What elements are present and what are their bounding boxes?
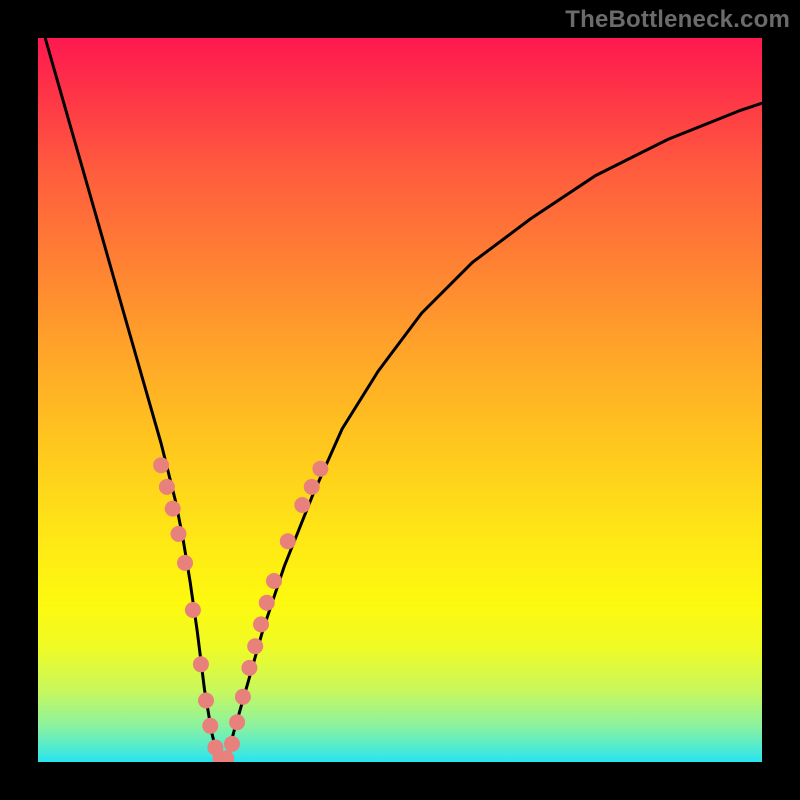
- curve-marker: [229, 714, 245, 730]
- curve-marker: [165, 501, 181, 517]
- curve-marker: [159, 479, 175, 495]
- curve-marker: [202, 718, 218, 734]
- curve-markers: [153, 457, 328, 762]
- bottleneck-curve: [38, 38, 762, 762]
- curve-marker: [224, 736, 240, 752]
- curve-marker: [198, 693, 214, 709]
- curve-marker: [266, 573, 282, 589]
- curve-marker: [153, 457, 169, 473]
- watermark-text: TheBottleneck.com: [565, 6, 790, 34]
- curve-marker: [259, 595, 275, 611]
- chart-frame: TheBottleneck.com: [0, 0, 800, 800]
- curve-marker: [193, 656, 209, 672]
- curve-marker: [235, 689, 251, 705]
- curve-marker: [241, 660, 257, 676]
- curve-marker: [171, 526, 187, 542]
- curve-marker: [247, 638, 263, 654]
- curve-marker: [294, 497, 310, 513]
- curve-marker: [312, 461, 328, 477]
- curve-marker: [280, 533, 296, 549]
- curve-marker: [185, 602, 201, 618]
- curve-marker: [304, 479, 320, 495]
- curve-path: [45, 38, 762, 762]
- curve-marker: [253, 616, 269, 632]
- plot-area: [38, 38, 762, 762]
- curve-marker: [177, 555, 193, 571]
